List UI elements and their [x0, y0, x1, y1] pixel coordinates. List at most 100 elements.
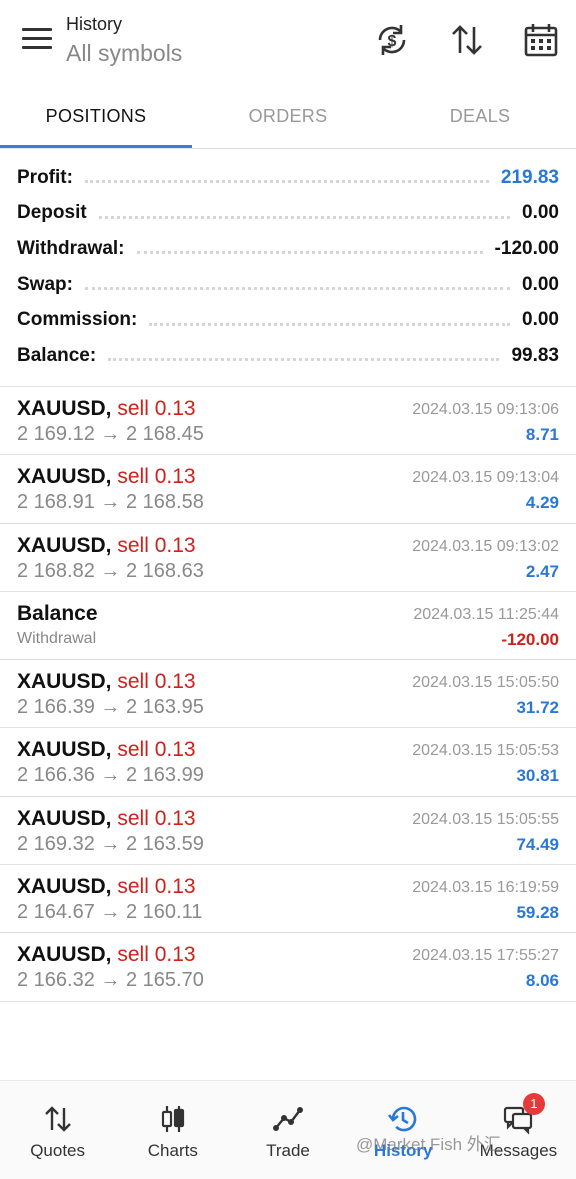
price-range: 2 169.32 → 2 163.59	[17, 832, 204, 855]
list-item[interactable]: XAUUSD, sell 0.13 2 169.12 → 2 168.45 20…	[0, 387, 576, 456]
trade-line-icon	[272, 1103, 304, 1135]
price-range: 2 166.36 → 2 163.99	[17, 764, 204, 787]
summary-panel: Profit: 219.83 Deposit 0.00 Withdrawal: …	[0, 160, 576, 374]
summary-label: Balance:	[17, 344, 97, 366]
profit-value: 8.71	[525, 425, 559, 444]
timestamp: 2024.03.15 15:05:50	[412, 674, 559, 692]
symbol: XAUUSD,	[17, 875, 112, 899]
trade-side: sell 0.13	[117, 875, 196, 899]
nav-charts[interactable]: Charts	[115, 1081, 230, 1179]
calendar-icon[interactable]	[521, 20, 561, 60]
symbol: XAUUSD,	[17, 465, 112, 489]
list-item[interactable]: XAUUSD, sell 0.13 2 164.67 → 2 160.11 20…	[0, 865, 576, 934]
summary-value: 99.83	[511, 344, 559, 366]
page-title: History	[66, 14, 123, 34]
sort-icon[interactable]	[447, 20, 487, 60]
nav-quotes[interactable]: Quotes	[0, 1081, 115, 1179]
svg-text:$: $	[388, 33, 397, 50]
timestamp: 2024.03.15 17:55:27	[412, 947, 559, 965]
list-item[interactable]: XAUUSD, sell 0.13 2 169.32 → 2 163.59 20…	[0, 797, 576, 866]
summary-row-deposit: Deposit 0.00	[0, 196, 576, 232]
timestamp: 2024.03.15 09:13:02	[412, 537, 559, 555]
dotted-leader	[136, 251, 483, 255]
list-item[interactable]: XAUUSD, sell 0.13 2 166.36 → 2 163.99 20…	[0, 728, 576, 797]
operation-type: Withdrawal	[17, 629, 97, 647]
tab-bar: POSITIONS ORDERS DEALS	[0, 86, 576, 148]
dotted-leader	[84, 180, 489, 184]
symbol: XAUUSD,	[17, 670, 112, 694]
summary-row-commission: Commission: 0.00	[0, 302, 576, 338]
trade-side: sell 0.13	[117, 533, 196, 557]
summary-label: Commission:	[17, 309, 138, 331]
tab-positions[interactable]: POSITIONS	[0, 86, 192, 148]
list-item[interactable]: XAUUSD, sell 0.13 2 168.82 → 2 168.63 20…	[0, 524, 576, 592]
history-list: XAUUSD, sell 0.13 2 169.12 → 2 168.45 20…	[0, 387, 576, 1002]
price-range: 2 166.39 → 2 163.95	[17, 696, 204, 719]
list-item[interactable]: XAUUSD, sell 0.13 2 166.32 → 2 165.70 20…	[0, 933, 576, 1002]
notification-badge: 1	[522, 1093, 545, 1115]
trade-side: sell 0.13	[117, 806, 196, 830]
symbol: XAUUSD,	[17, 738, 112, 762]
dotted-leader	[108, 358, 500, 362]
quotes-icon	[42, 1103, 74, 1135]
timestamp: 2024.03.15 09:13:04	[412, 469, 559, 487]
timestamp: 2024.03.15 09:13:06	[412, 401, 559, 418]
price-range: 2 168.82 → 2 168.63	[17, 559, 204, 582]
tab-deals[interactable]: DEALS	[384, 86, 576, 148]
summary-label: Withdrawal:	[17, 237, 125, 259]
summary-value: -120.00	[494, 237, 559, 259]
profit-value: 4.29	[525, 493, 559, 513]
nav-label: Trade	[266, 1141, 310, 1160]
list-item-balance[interactable]: Balance Withdrawal 2024.03.15 11:25:44 -…	[0, 592, 576, 661]
summary-row-profit: Profit: 219.83	[0, 160, 576, 196]
summary-value: 219.83	[500, 166, 559, 188]
list-item[interactable]: XAUUSD, sell 0.13 2 166.39 → 2 163.95 20…	[0, 660, 576, 729]
symbol: XAUUSD,	[17, 533, 112, 557]
profit-value: 74.49	[516, 834, 559, 854]
dotted-leader	[149, 322, 511, 326]
symbol-filter[interactable]: All symbols	[66, 40, 182, 67]
timestamp: 2024.03.15 15:05:55	[412, 810, 559, 828]
price-range: 2 166.32 → 2 165.70	[17, 969, 204, 992]
summary-value: 0.00	[522, 202, 559, 224]
price-range: 2 168.91 → 2 168.58	[17, 491, 204, 514]
trade-side: sell 0.13	[117, 465, 196, 489]
profit-value: 8.06	[525, 971, 559, 991]
candlestick-chart-icon	[157, 1103, 189, 1135]
profit-value: 59.28	[516, 903, 559, 923]
tab-orders[interactable]: ORDERS	[192, 86, 384, 148]
summary-row-withdrawal: Withdrawal: -120.00	[0, 231, 576, 267]
price-range: 2 169.12 → 2 168.45	[17, 423, 204, 445]
summary-label: Swap:	[17, 273, 73, 295]
nav-label: Quotes	[30, 1141, 85, 1160]
symbol: XAUUSD,	[17, 806, 112, 830]
list-item[interactable]: XAUUSD, sell 0.13 2 168.91 → 2 168.58 20…	[0, 455, 576, 524]
timestamp: 2024.03.15 16:19:59	[412, 879, 559, 897]
tabs-divider	[0, 148, 576, 149]
trade-side: sell 0.13	[117, 738, 196, 762]
profit-value: 2.47	[525, 561, 559, 581]
summary-label: Deposit	[17, 202, 87, 224]
summary-value: 0.00	[522, 273, 559, 295]
summary-label: Profit:	[17, 166, 73, 188]
dotted-leader	[98, 215, 511, 219]
timestamp: 2024.03.15 15:05:53	[412, 742, 559, 760]
profit-value: -120.00	[501, 629, 559, 649]
summary-row-swap: Swap: 0.00	[0, 267, 576, 303]
summary-value: 0.00	[522, 309, 559, 331]
watermark: @Market Fish 外汇	[356, 1135, 501, 1154]
profit-value: 30.81	[516, 766, 559, 786]
nav-label: Charts	[147, 1141, 198, 1160]
symbol: Balance	[17, 601, 98, 625]
timestamp: 2024.03.15 11:25:44	[413, 605, 559, 623]
nav-trade[interactable]: Trade	[230, 1081, 345, 1179]
summary-row-balance: Balance: 99.83	[0, 338, 576, 374]
trade-side: sell 0.13	[117, 397, 196, 420]
price-range: 2 164.67 → 2 160.11	[17, 901, 203, 924]
profit-value: 31.72	[516, 698, 559, 718]
trade-side: sell 0.13	[117, 670, 196, 694]
menu-icon[interactable]	[22, 28, 52, 52]
trade-side: sell 0.13	[117, 943, 196, 967]
sync-currency-icon[interactable]: $	[372, 20, 412, 60]
dotted-leader	[84, 287, 511, 291]
